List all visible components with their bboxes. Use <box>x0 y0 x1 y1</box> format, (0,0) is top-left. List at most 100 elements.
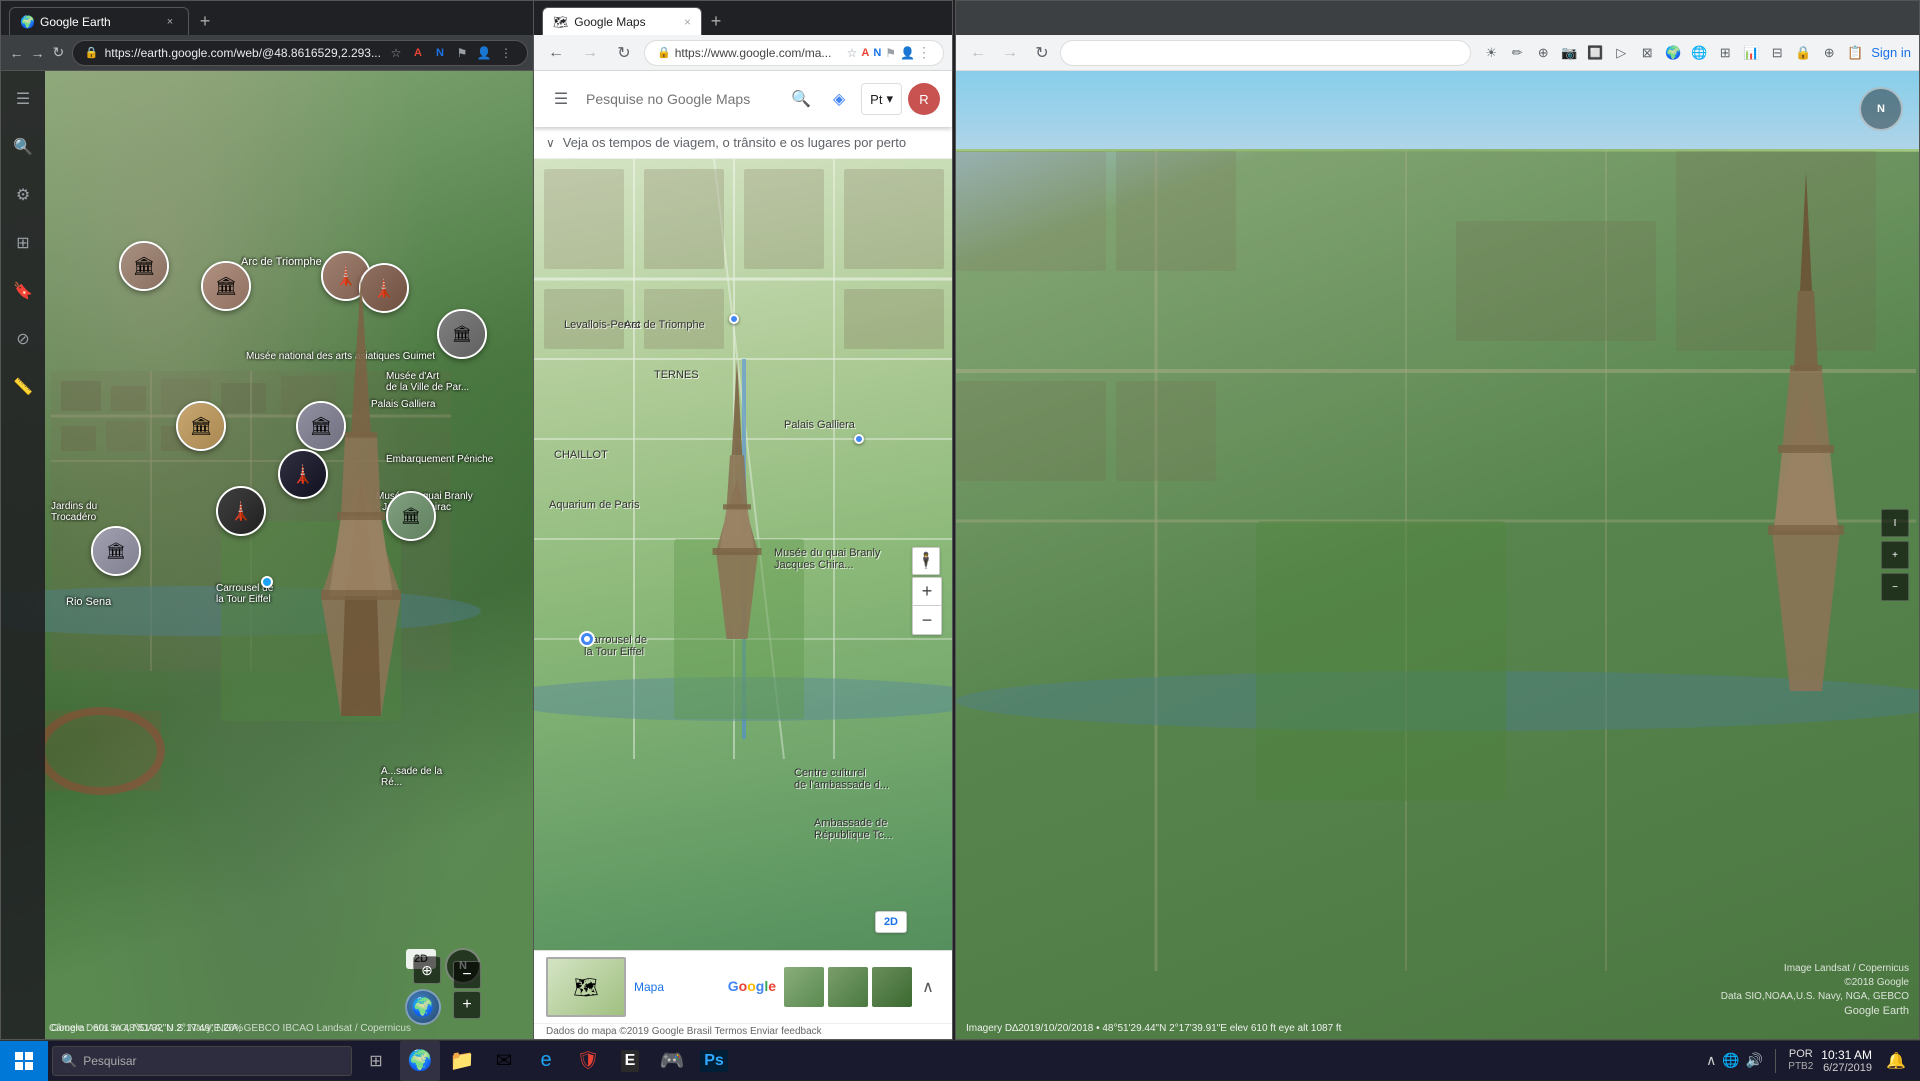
tab-google-earth[interactable]: 🌍 Google Earth × <box>9 7 189 35</box>
back-button-earth[interactable]: ← <box>9 40 24 66</box>
taskbar-clock[interactable]: 10:31 AM 6/27/2019 <box>1821 1048 1872 1074</box>
maps-new-tab[interactable]: + <box>702 7 730 35</box>
maps-pin-carrousel[interactable] <box>579 631 595 647</box>
earth2-tool1[interactable]: ☀ <box>1479 41 1503 65</box>
tray-sound-icon[interactable]: 🔊 <box>1746 1052 1763 1069</box>
maps-n-icon[interactable]: N <box>873 47 881 59</box>
maps-search-button[interactable]: 🔍 <box>785 83 817 115</box>
photo-monument3[interactable]: 🏛 <box>437 309 487 359</box>
photo-tower2[interactable]: 🗼 <box>216 486 266 536</box>
earth2-tool2[interactable]: ✏ <box>1505 41 1529 65</box>
maps-tab-close[interactable]: × <box>684 15 691 29</box>
new-tab-button[interactable]: + <box>191 7 219 35</box>
taskbar-steam[interactable]: 🎮 <box>652 1041 692 1081</box>
maps-pin-arc[interactable] <box>729 314 739 324</box>
earth2-tool14[interactable]: ⊕ <box>1817 41 1841 65</box>
taskbar-edge[interactable]: e <box>526 1041 566 1081</box>
maps-refresh-btn[interactable]: ↻ <box>610 39 638 67</box>
sidebar-menu-icon[interactable]: ☰ <box>7 83 39 115</box>
earth2-tool6[interactable]: ▷ <box>1609 41 1633 65</box>
sidebar-bookmark-icon[interactable]: 🔖 <box>7 275 39 307</box>
maps-search-input[interactable] <box>586 81 775 117</box>
tray-up-arrow[interactable]: ∧ <box>1706 1052 1716 1069</box>
maps-adblock-icon[interactable]: A <box>861 47 869 59</box>
adblock-icon[interactable]: A <box>409 44 427 62</box>
maps-mini-thumbnail[interactable]: 🗺 <box>546 957 626 1017</box>
sidebar-layers-icon[interactable]: ⊞ <box>7 227 39 259</box>
tray-network-icon[interactable]: 🌐 <box>1722 1052 1739 1069</box>
notification-btn[interactable]: 🔔 <box>1880 1041 1912 1081</box>
earth2-tool11[interactable]: 📊 <box>1739 41 1763 65</box>
zoom-in-earth[interactable]: + <box>453 991 481 1019</box>
taskbar-search-bar[interactable]: 🔍 Pesquisar <box>52 1046 352 1076</box>
maps-language-btn[interactable]: Pt ▾ <box>861 83 902 115</box>
maps-more-icon[interactable]: ⋮ <box>917 44 931 61</box>
photo-trocadero[interactable]: 🏛 <box>91 526 141 576</box>
maps-2d-btn[interactable]: 2D <box>875 911 907 933</box>
zoom-out-earth[interactable]: − <box>453 961 481 989</box>
bookmark-star-icon[interactable]: ☆ <box>387 44 405 62</box>
pin-carrousel[interactable] <box>261 576 273 588</box>
taskbar-chrome-earth[interactable]: 🌍 <box>400 1041 440 1081</box>
sidebar-settings-icon[interactable]: ⚙ <box>7 179 39 211</box>
earth2-tool15[interactable]: 📋 <box>1843 41 1867 65</box>
earth2-map-content[interactable]: Eiffel Tower ▲ N I + − Image Landsat / C… <box>956 71 1919 1039</box>
photo-arc-triomphe-2[interactable]: 🏛 <box>201 261 251 311</box>
earth2-tool9[interactable]: 🌐 <box>1687 41 1711 65</box>
photo-thumb-3[interactable] <box>872 967 912 1007</box>
maps-map-view-label[interactable]: Mapa <box>634 980 664 994</box>
forward-button-earth[interactable]: → <box>30 40 45 66</box>
url-input-earth[interactable]: 🔒 https://earth.google.com/web/@48.86165… <box>72 40 528 66</box>
earth2-side-btn1[interactable]: I <box>1881 509 1909 537</box>
earth2-tool12[interactable]: ⊟ <box>1765 41 1789 65</box>
earth2-forward-btn[interactable]: → <box>996 39 1024 67</box>
earth2-side-btn3[interactable]: − <box>1881 573 1909 601</box>
language-indicator[interactable]: POR PTB2 <box>1788 1048 1813 1073</box>
maps-tab[interactable]: 🗺 Google Maps × <box>542 7 702 35</box>
taskbar-mail[interactable]: ✉ <box>484 1041 524 1081</box>
sidebar-share-icon[interactable]: ⊘ <box>7 323 39 355</box>
taskbar-start-button[interactable] <box>0 1041 48 1081</box>
photo-musee1[interactable]: 🏛 <box>176 401 226 451</box>
sidebar-ruler-icon[interactable]: 📏 <box>7 371 39 403</box>
photo-thumb-2[interactable] <box>828 967 868 1007</box>
location-btn-earth[interactable]: ⊕ <box>413 956 441 984</box>
earth2-tool13[interactable]: 🔒 <box>1791 41 1815 65</box>
maps-url-input[interactable]: 🔒 https://www.google.com/ma... ☆ A N ⚑ 👤… <box>644 40 944 66</box>
earth2-url-display[interactable] <box>1060 40 1471 66</box>
ext-icon-n[interactable]: N <box>431 44 449 62</box>
taskbar-epic[interactable]: E <box>610 1041 650 1081</box>
earth-tab-close[interactable]: × <box>162 14 178 30</box>
maps-forward-btn[interactable]: → <box>576 39 604 67</box>
maps-hamburger-btn[interactable]: ☰ <box>546 84 576 114</box>
taskbar-photoshop[interactable]: Ps <box>694 1041 734 1081</box>
earth2-tool4[interactable]: 📷 <box>1557 41 1581 65</box>
maps-back-btn[interactable]: ← <box>542 39 570 67</box>
maps-avatar[interactable]: R <box>908 83 940 115</box>
maps-travel-hint[interactable]: ∨ Veja os tempos de viagem, o trânsito e… <box>534 127 952 159</box>
earth2-side-btn2[interactable]: + <box>1881 541 1909 569</box>
maps-directions-btn[interactable]: ◈ <box>823 83 855 115</box>
maps-user-icon[interactable]: 👤 <box>900 46 915 60</box>
user-circle-icon[interactable]: 👤 <box>475 44 493 62</box>
earth2-back-btn[interactable]: ← <box>964 39 992 67</box>
earth2-tool7[interactable]: ⊠ <box>1635 41 1659 65</box>
taskbar-antivirus[interactable]: 🛡 <box>568 1041 608 1081</box>
maps-flag-icon[interactable]: ⚑ <box>885 46 896 60</box>
earth2-tool8[interactable]: 🌍 <box>1661 41 1685 65</box>
flag-icon[interactable]: ⚑ <box>453 44 471 62</box>
maps-url-star[interactable]: ☆ <box>847 46 858 60</box>
maps-pegman-icon[interactable]: 🕴 <box>912 547 940 575</box>
earth2-tool3[interactable]: ⊕ <box>1531 41 1555 65</box>
maps-content[interactable]: Levallois-Perret Arc de Triomphe TERNES … <box>534 159 952 1023</box>
earth2-tool5[interactable]: 🔲 <box>1583 41 1607 65</box>
earth2-refresh-btn[interactable]: ↻ <box>1028 39 1056 67</box>
earth2-compass[interactable]: N <box>1859 87 1903 131</box>
sidebar-search-icon[interactable]: 🔍 <box>7 131 39 163</box>
earth2-signin-btn[interactable]: Sign in <box>1871 45 1911 60</box>
more-options-icon[interactable]: ⋮ <box>497 44 515 62</box>
maps-zoom-out[interactable]: − <box>913 606 941 634</box>
photo-arc-triomphe[interactable]: 🏛 <box>119 241 169 291</box>
thumbs-expand-icon[interactable]: ∧ <box>916 967 940 1007</box>
refresh-button-earth[interactable]: ↻ <box>51 40 66 66</box>
